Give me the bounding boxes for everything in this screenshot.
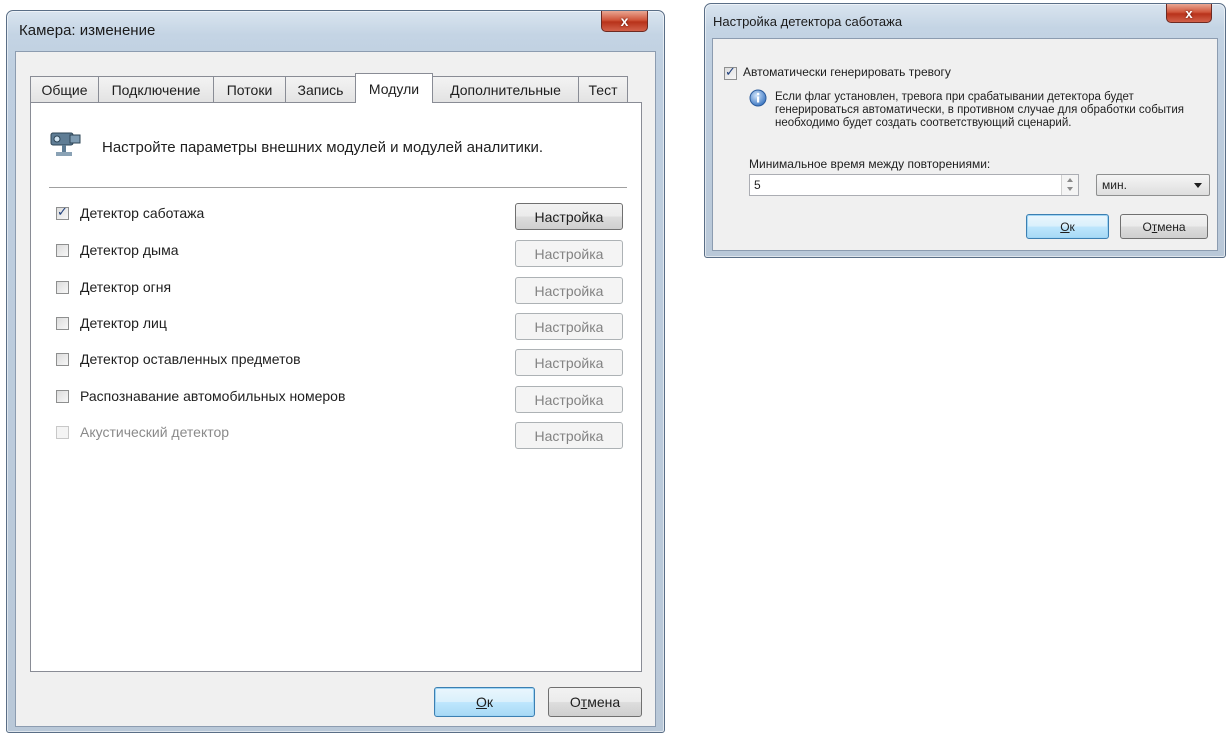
title-bar[interactable]: Камера: изменение: [7, 11, 664, 49]
tab-streams[interactable]: Потоки: [213, 76, 286, 102]
face-detector-checkbox[interactable]: [56, 317, 69, 330]
ok-mnemonic: О: [475, 694, 487, 710]
tab-recording[interactable]: Запись: [285, 76, 356, 102]
interval-value: 5: [754, 178, 761, 192]
auto-alarm-label: Автоматически генерировать тревогу: [743, 65, 951, 79]
close-button[interactable]: x: [601, 11, 648, 32]
modules-header-text: Настройте параметры внешних модулей и мо…: [102, 139, 544, 156]
ok-button[interactable]: Ок: [1026, 214, 1109, 239]
sabotage-settings-button[interactable]: Настройка: [515, 203, 623, 230]
button-label: Настройка: [534, 282, 604, 299]
interval-input[interactable]: 5: [749, 174, 1079, 196]
cancel-button[interactable]: От мена: [1120, 214, 1208, 239]
sabotage-detector-checkbox[interactable]: [56, 205, 69, 220]
module-label: Детектор саботажа: [80, 205, 205, 221]
acoustic-settings-button[interactable]: Настройка: [515, 422, 623, 449]
cancel-label-start: О: [1142, 219, 1152, 234]
cancel-button[interactable]: От мена: [548, 687, 642, 717]
module-label: Акустический детектор: [80, 424, 230, 440]
tab-connection[interactable]: Подключение: [98, 76, 214, 102]
button-label: Настройка: [534, 245, 604, 262]
ok-label: к: [486, 694, 493, 710]
tab-label: Модули: [368, 80, 420, 97]
abandoned-objects-settings-button[interactable]: Настройка: [515, 349, 623, 376]
cancel-label-start: О: [569, 694, 581, 710]
unit-value: мин.: [1102, 178, 1127, 192]
title-bar[interactable]: Настройка детектора саботажа: [705, 4, 1225, 38]
sabotage-settings-dialog: Настройка детектора саботажа x Автоматич…: [704, 3, 1226, 258]
module-label: Распознавание автомобильных номеров: [80, 388, 346, 404]
unit-select[interactable]: мин.: [1096, 174, 1210, 196]
abandoned-objects-detector-checkbox[interactable]: [56, 353, 69, 366]
spin-down-icon[interactable]: [1067, 187, 1073, 191]
chevron-down-icon: [1194, 183, 1202, 188]
spin-up-icon[interactable]: [1067, 178, 1073, 182]
ok-label: к: [1069, 219, 1075, 234]
camera-icon: [50, 132, 81, 156]
face-settings-button[interactable]: Настройка: [515, 313, 623, 340]
interval-label: Минимальное время между повторениями:: [749, 157, 991, 171]
tab-label: Подключение: [111, 81, 201, 98]
info-text: Если флаг установлен, тревога при срабат…: [775, 91, 1184, 129]
close-button[interactable]: x: [1166, 4, 1212, 23]
window-title: Камера: изменение: [19, 21, 156, 39]
license-plate-recognition-checkbox[interactable]: [56, 390, 69, 403]
tab-label: Тест: [588, 81, 618, 98]
button-label: Настройка: [534, 427, 604, 444]
info-icon: [749, 89, 767, 107]
interval-spinner[interactable]: [1061, 175, 1078, 195]
tab-label: Потоки: [226, 81, 273, 98]
module-label: Детектор оставленных предметов: [80, 351, 301, 367]
ok-mnemonic: О: [1060, 219, 1070, 234]
button-label: Настройка: [534, 318, 604, 335]
tab-label: Дополнительные: [450, 81, 561, 98]
tab-modules[interactable]: Модули: [355, 73, 433, 103]
tab-label: Общие: [41, 81, 88, 98]
dialog-client-area: Общие Подключение Потоки Запись Модули Д…: [15, 51, 656, 727]
license-plate-settings-button[interactable]: Настройка: [515, 386, 623, 413]
cancel-label-end: мена: [587, 694, 621, 710]
window-title: Настройка детектора саботажа: [713, 13, 903, 29]
ok-button[interactable]: Ок: [434, 687, 535, 717]
button-label: Настройка: [534, 354, 604, 371]
tab-test[interactable]: Тест: [578, 76, 628, 102]
fire-detector-checkbox[interactable]: [56, 281, 69, 294]
button-label: Настройка: [534, 208, 604, 225]
fire-settings-button[interactable]: Настройка: [515, 277, 623, 304]
tab-additional[interactable]: Дополнительные: [432, 76, 579, 102]
smoke-detector-checkbox[interactable]: [56, 244, 69, 257]
module-label: Детектор лиц: [80, 315, 167, 331]
modules-tab-page: Настройте параметры внешних модулей и мо…: [30, 102, 642, 672]
camera-edit-dialog: Камера: изменение x Общие Подключение По…: [6, 10, 665, 733]
smoke-settings-button[interactable]: Настройка: [515, 240, 623, 267]
close-icon: x: [620, 13, 629, 29]
module-label: Детектор огня: [80, 279, 172, 295]
module-label: Детектор дыма: [80, 242, 179, 258]
header-separator: [49, 187, 627, 188]
auto-alarm-checkbox[interactable]: [724, 65, 737, 80]
dialog-client-area: Автоматически генерировать тревогу Если …: [712, 38, 1218, 251]
tab-label: Запись: [297, 81, 344, 98]
button-label: Настройка: [534, 391, 604, 408]
acoustic-detector-checkbox[interactable]: [56, 426, 69, 439]
cancel-label-end: мена: [1157, 219, 1186, 234]
tab-general[interactable]: Общие: [30, 76, 99, 102]
close-icon: x: [1185, 5, 1193, 21]
